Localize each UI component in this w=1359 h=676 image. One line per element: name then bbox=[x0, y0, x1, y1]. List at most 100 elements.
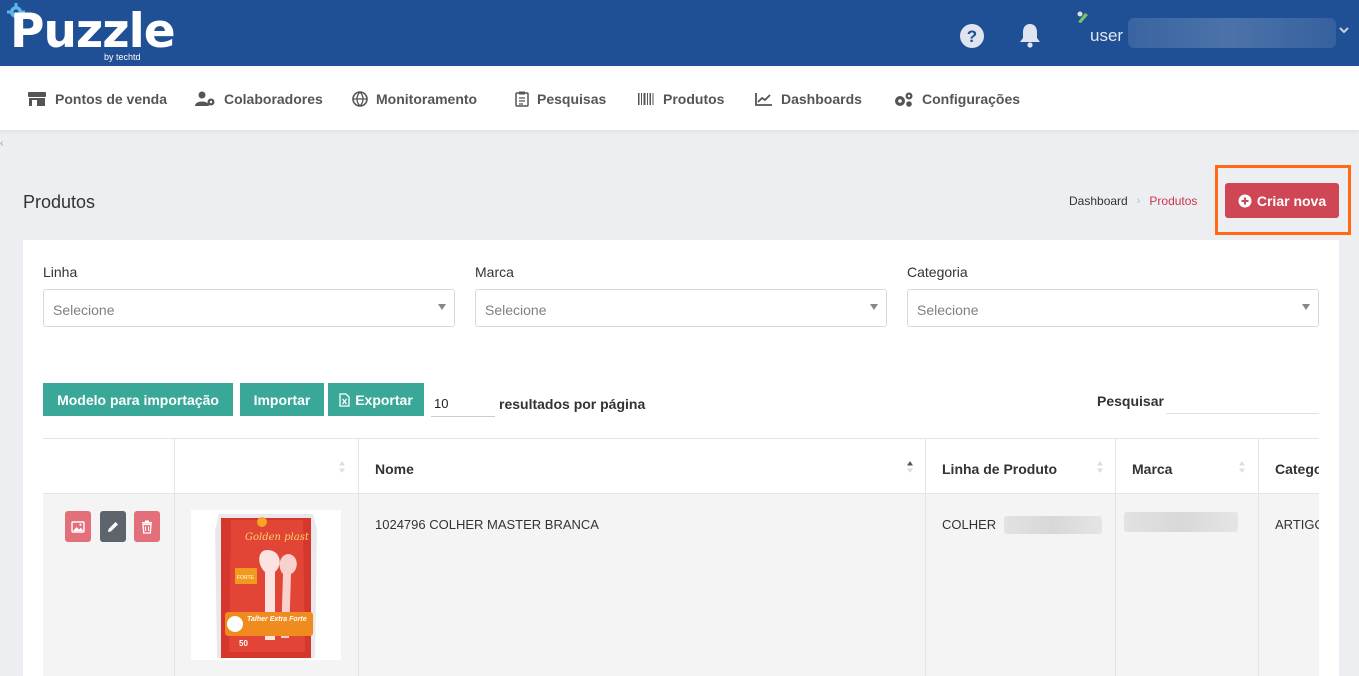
column-header-marca[interactable]: Marca bbox=[1116, 439, 1259, 493]
export-button[interactable]: Exportar bbox=[328, 383, 424, 416]
page-length-input[interactable] bbox=[431, 391, 495, 417]
row-actions-cell bbox=[43, 494, 175, 676]
search-input[interactable] bbox=[1166, 388, 1319, 414]
store-icon bbox=[28, 92, 46, 106]
logo-text: Puzzle bbox=[10, 4, 176, 59]
users-icon bbox=[195, 91, 215, 106]
barcode-icon bbox=[638, 93, 654, 105]
import-label: Importar bbox=[253, 391, 311, 408]
product-line-redacted bbox=[1004, 516, 1102, 534]
bell-icon[interactable] bbox=[1018, 22, 1042, 48]
sort-icon bbox=[339, 461, 345, 473]
package-badge-text: FORTE bbox=[237, 575, 255, 581]
filter-select-marca[interactable]: Selecione bbox=[475, 289, 887, 327]
gears-icon bbox=[895, 92, 913, 107]
import-template-button[interactable]: Modelo para importação bbox=[43, 383, 233, 416]
column-header-image[interactable] bbox=[175, 439, 359, 493]
product-category: ARTIGO bbox=[1275, 517, 1319, 532]
package-brand-text: Golden plast bbox=[245, 532, 310, 543]
filter-label-marca: Marca bbox=[475, 264, 514, 280]
table-header-row: Nome Linha de Produto Marca Catego bbox=[43, 438, 1319, 494]
select-placeholder: Selecione bbox=[917, 302, 979, 318]
page-title: Produtos bbox=[23, 192, 96, 212]
product-name: 1024796 COLHER MASTER BRANCA bbox=[375, 517, 599, 532]
plus-circle-icon bbox=[1238, 194, 1252, 207]
breadcrumb-current: Produtos bbox=[1149, 194, 1198, 208]
nav-item-colaboradores[interactable]: Colaboradores bbox=[194, 88, 323, 110]
breadcrumb-dashboard-link[interactable]: Dashboard bbox=[1069, 194, 1128, 208]
column-header-linha-de-produto[interactable]: Linha de Produto bbox=[926, 439, 1116, 493]
globe-icon bbox=[352, 91, 368, 107]
import-template-label: Modelo para importação bbox=[57, 391, 219, 408]
nav-label: Configurações bbox=[922, 91, 1021, 107]
column-header-label: Catego bbox=[1275, 461, 1319, 477]
select-placeholder: Selecione bbox=[53, 302, 115, 318]
row-line-cell: COLHER bbox=[926, 494, 1116, 676]
caret-down-icon bbox=[870, 304, 878, 310]
column-header-nome[interactable]: Nome bbox=[359, 439, 926, 493]
chevron-down-icon[interactable] bbox=[1338, 24, 1350, 36]
products-table: Nome Linha de Produto Marca Catego Golde… bbox=[43, 438, 1319, 676]
row-brand-cell bbox=[1116, 494, 1259, 676]
table-row[interactable]: Golden plast FORTE Talher Extra Forte 50… bbox=[43, 494, 1319, 676]
page-length-label: resultados por página bbox=[499, 396, 646, 412]
nav-item-pesquisas[interactable]: Pesquisas bbox=[515, 88, 606, 110]
export-label: Exportar bbox=[355, 391, 413, 408]
package-product-text: Talher Extra Forte bbox=[247, 616, 307, 623]
row-image-cell: Golden plast FORTE Talher Extra Forte 50 bbox=[175, 494, 359, 676]
sort-icon bbox=[1097, 461, 1103, 473]
product-line: COLHER bbox=[942, 517, 997, 532]
nav-item-monitoramento[interactable]: Monitoramento bbox=[352, 88, 477, 110]
nav-label: Monitoramento bbox=[376, 91, 478, 107]
main-nav: Pontos de venda Colaboradores Monitorame… bbox=[0, 66, 1359, 130]
clipboard-icon bbox=[515, 91, 529, 107]
filter-label-linha: Linha bbox=[43, 264, 78, 280]
image-icon bbox=[71, 520, 85, 533]
breadcrumb: Dashboard › Produtos bbox=[1069, 194, 1197, 208]
caret-down-icon bbox=[438, 304, 446, 310]
logo-subtitle: by techtd bbox=[104, 52, 141, 62]
column-header-categoria[interactable]: Catego bbox=[1259, 439, 1319, 493]
avatar-icon[interactable] bbox=[1076, 10, 1090, 24]
products-card: Linha Selecione Marca Selecione Categori… bbox=[23, 240, 1339, 676]
row-name-cell: 1024796 COLHER MASTER BRANCA bbox=[359, 494, 926, 676]
nav-label: Pesquisas bbox=[537, 91, 607, 107]
pencil-icon bbox=[108, 521, 118, 532]
nav-item-pontos-de-venda[interactable]: Pontos de venda bbox=[27, 88, 167, 110]
product-brand-redacted bbox=[1124, 512, 1238, 532]
nav-label: Dashboards bbox=[781, 91, 862, 107]
nav-item-dashboards[interactable]: Dashboards bbox=[755, 88, 862, 110]
trash-icon bbox=[142, 520, 152, 534]
filter-select-linha[interactable]: Selecione bbox=[43, 289, 455, 327]
top-header: Puzzle by techtd ? user bbox=[0, 0, 1359, 66]
import-button[interactable]: Importar bbox=[240, 383, 324, 416]
select-placeholder: Selecione bbox=[485, 302, 547, 318]
svg-text:?: ? bbox=[967, 27, 977, 46]
product-package-image: Golden plast FORTE Talher Extra Forte 50 bbox=[191, 510, 341, 660]
package-count-text: 50 bbox=[239, 639, 248, 648]
nav-item-produtos[interactable]: Produtos bbox=[637, 88, 724, 110]
column-header-label: Marca bbox=[1132, 461, 1173, 477]
nav-label: Pontos de venda bbox=[55, 91, 168, 107]
product-thumbnail[interactable]: Golden plast FORTE Talher Extra Forte 50 bbox=[191, 510, 341, 660]
column-header-label: Linha de Produto bbox=[942, 461, 1058, 477]
puzzle-logo[interactable]: Puzzle by techtd bbox=[6, 2, 176, 64]
edit-button[interactable] bbox=[100, 511, 126, 542]
image-button[interactable] bbox=[65, 511, 91, 542]
excel-file-icon bbox=[339, 392, 350, 407]
nav-label: Colaboradores bbox=[224, 91, 323, 107]
user-name[interactable]: user bbox=[1090, 26, 1123, 46]
help-icon[interactable]: ? bbox=[959, 23, 985, 49]
nav-item-configuracoes[interactable]: Configurações bbox=[893, 88, 1020, 110]
row-category-cell: ARTIGO bbox=[1259, 494, 1319, 676]
sidebar-toggle-marker[interactable]: ‹ bbox=[0, 138, 3, 149]
caret-down-icon bbox=[1302, 304, 1310, 310]
filter-select-categoria[interactable]: Selecione bbox=[907, 289, 1319, 327]
chart-line-icon bbox=[755, 93, 772, 106]
column-header-actions bbox=[43, 439, 175, 493]
filter-label-categoria: Categoria bbox=[907, 264, 968, 280]
sort-icon bbox=[1239, 461, 1245, 473]
sort-ascending-icon bbox=[907, 461, 913, 473]
create-new-button[interactable]: Criar nova bbox=[1225, 183, 1339, 218]
delete-button[interactable] bbox=[134, 511, 160, 542]
